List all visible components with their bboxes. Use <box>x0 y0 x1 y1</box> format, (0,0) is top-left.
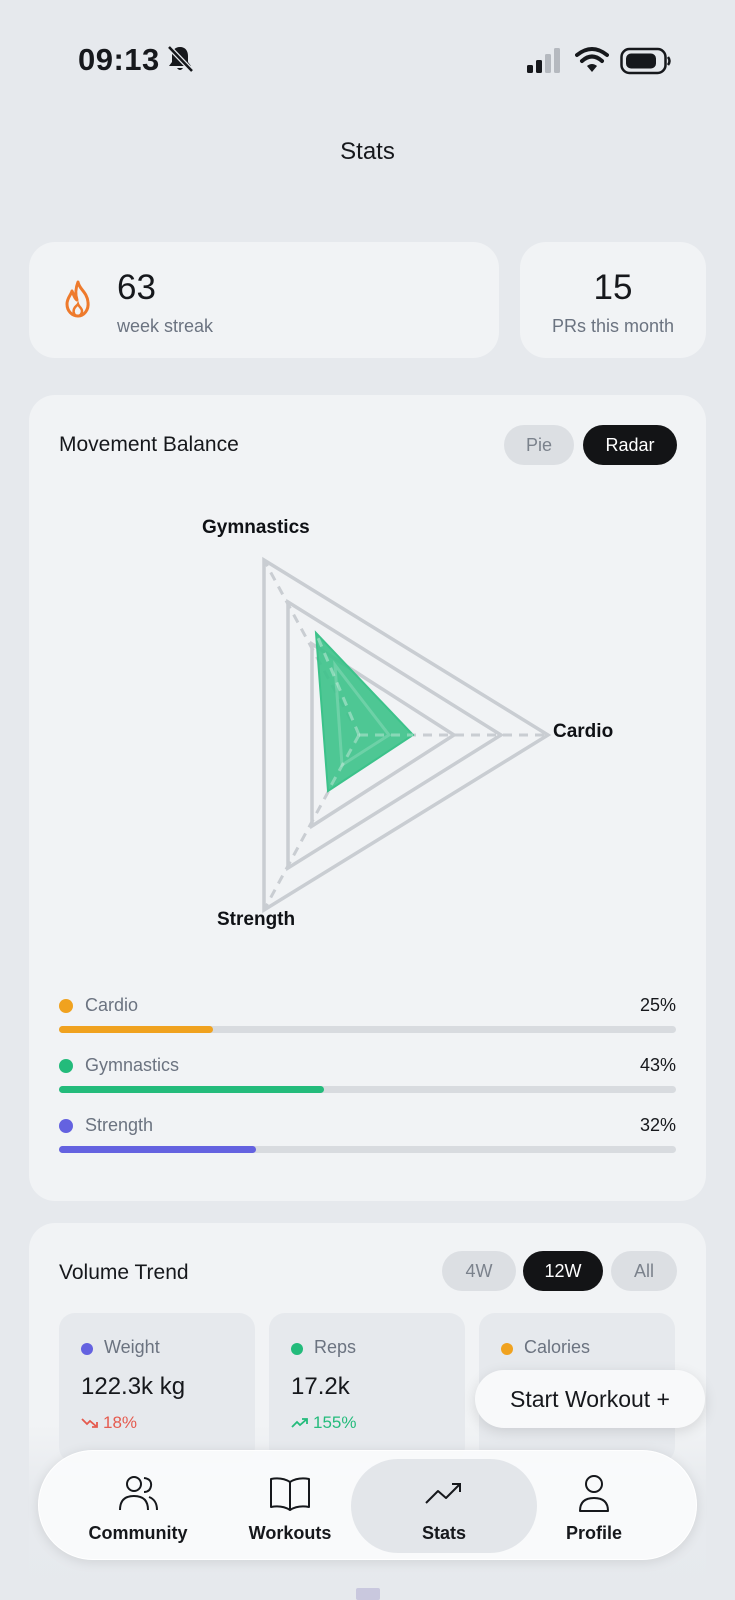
toggle-pie[interactable]: Pie <box>504 425 574 465</box>
breakdown-percent: 43% <box>639 1055 676 1075</box>
stat-dot <box>81 1343 93 1355</box>
tab-label: Profile <box>565 1523 622 1543</box>
legend-dot <box>59 1119 73 1133</box>
streak-label: week streak <box>117 316 214 336</box>
breakdown-percent: 32% <box>639 1115 676 1135</box>
page-title: Stats <box>340 138 395 165</box>
status-time: 09:13 <box>78 42 160 77</box>
radar-data-area <box>314 630 415 793</box>
streak-card: 63 week streak <box>29 242 499 358</box>
book-icon <box>270 1477 310 1511</box>
stat-value: 17.2k <box>291 1373 350 1400</box>
users-icon <box>119 1476 158 1511</box>
trend-icon <box>425 1483 461 1504</box>
progress-fill <box>59 1086 325 1093</box>
volume-trend-title: Volume Trend <box>59 1261 189 1284</box>
prs-value: 15 <box>593 268 633 307</box>
status-bar: 09:13 <box>0 0 735 110</box>
breakdown-row-strength: Strength 32% <box>59 1115 676 1165</box>
home-indicator <box>356 1588 380 1600</box>
stat-name: Calories <box>524 1337 591 1357</box>
progress-fill <box>59 1146 257 1153</box>
prs-label: PRs this month <box>551 316 675 336</box>
movement-balance-title: Movement Balance <box>59 433 239 456</box>
breakdown-row-gymnastics: Gymnastics 43% <box>59 1055 676 1105</box>
battery-icon <box>620 47 671 75</box>
movement-balance-card: Movement Balance Pie Radar Gymnastics Ca… <box>29 395 706 1201</box>
tab-profile[interactable]: Profile <box>501 1459 687 1553</box>
toggle-all[interactable]: All <box>611 1251 677 1291</box>
person-icon <box>579 1475 609 1512</box>
tab-bar: Community Workouts Stats Profile <box>38 1450 697 1560</box>
stat-value: 122.3k kg <box>81 1373 186 1400</box>
breakdown-row-cardio: Cardio 25% <box>59 995 676 1045</box>
flame-icon <box>65 280 90 318</box>
stats-screen: 09:13 Stats 63 week streak 15 PRs this m… <box>0 0 735 1600</box>
stat-name: Weight <box>104 1337 160 1357</box>
legend-dot <box>59 999 73 1013</box>
radar-label-strength: Strength <box>217 909 296 930</box>
progress-track <box>59 1026 676 1033</box>
wifi-icon <box>575 47 609 72</box>
prs-card: 15 PRs this month <box>520 242 706 358</box>
bell-slash-icon <box>167 45 194 73</box>
toggle-radar[interactable]: Radar <box>583 425 677 465</box>
toggle-12w[interactable]: 12W <box>523 1251 603 1291</box>
streak-value: 63 <box>117 268 156 307</box>
start-workout-button[interactable]: Start Workout + <box>475 1370 705 1428</box>
toggle-4w[interactable]: 4W <box>442 1251 516 1291</box>
breakdown-percent: 25% <box>639 995 676 1015</box>
legend-dot <box>59 1059 73 1073</box>
radar-label-gymnastics: Gymnastics <box>202 517 310 538</box>
breakdown-name: Gymnastics <box>85 1055 180 1075</box>
stat-dot <box>291 1343 303 1355</box>
progress-fill <box>59 1026 214 1033</box>
stat-dot <box>501 1343 513 1355</box>
radar-label-cardio: Cardio <box>553 721 614 742</box>
progress-track <box>59 1086 676 1093</box>
progress-track <box>59 1146 676 1153</box>
stat-name: Reps <box>314 1337 357 1357</box>
breakdown-name: Strength <box>85 1115 154 1135</box>
breakdown-name: Cardio <box>85 995 139 1015</box>
signal-icon <box>527 48 560 73</box>
